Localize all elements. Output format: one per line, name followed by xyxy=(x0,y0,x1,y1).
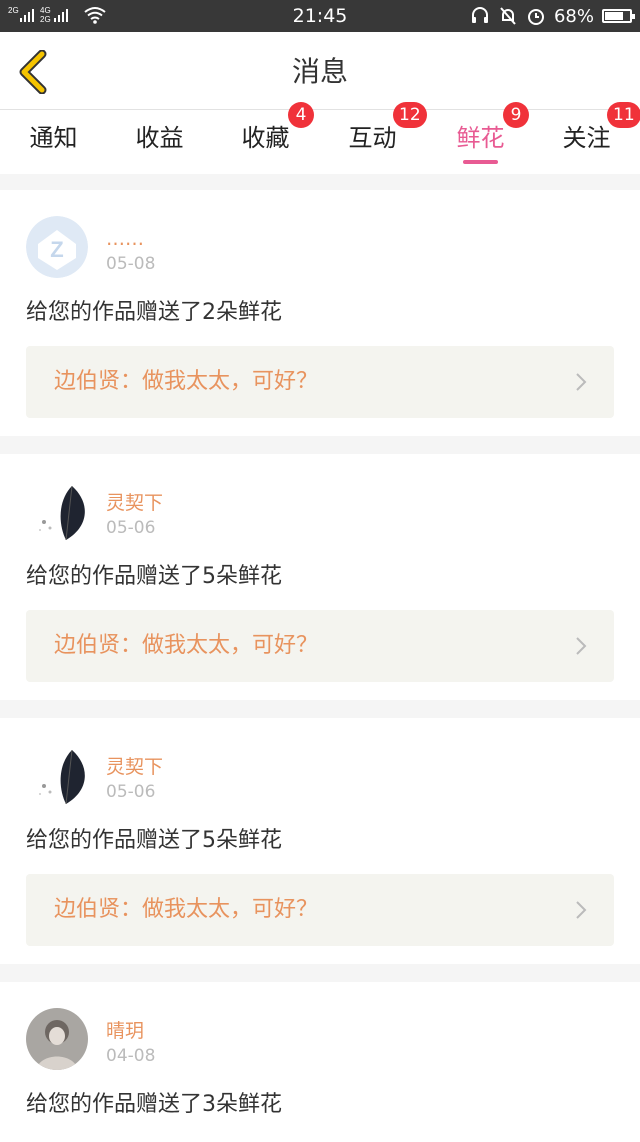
badge-count: 11 xyxy=(607,102,640,128)
badge-count: 9 xyxy=(503,102,529,128)
active-tab-indicator xyxy=(463,160,498,164)
message-item[interactable]: 灵契下 05-06 给您的作品赠送了5朵鲜花 边伯贤：做我太太，可好？ xyxy=(0,718,640,964)
chevron-right-icon xyxy=(576,637,587,655)
sender-name[interactable]: 灵契下 xyxy=(106,756,163,778)
work-title: 边伯贤：做我太太，可好？ xyxy=(54,369,319,394)
message-date: 04-08 xyxy=(106,1046,156,1066)
alarm-icon xyxy=(527,9,544,25)
work-title: 边伯贤：做我太太，可好？ xyxy=(54,897,319,922)
status-right: 68% xyxy=(470,4,635,28)
message-text: 给您的作品赠送了5朵鲜花 xyxy=(26,828,282,853)
message-text: 给您的作品赠送了5朵鲜花 xyxy=(26,564,282,589)
tab-notifications[interactable]: 通知 xyxy=(0,110,107,174)
message-date: 05-06 xyxy=(106,518,156,538)
status-bar: 2G 4G 2G 21:45 68% xyxy=(0,0,640,32)
work-title: 边伯贤：做我太太，可好？ xyxy=(54,633,319,658)
sender-name[interactable]: 晴玥 xyxy=(106,1020,144,1042)
default-avatar-icon[interactable]: Z xyxy=(26,216,88,278)
tab-interactions[interactable]: 互动 12 xyxy=(319,102,427,174)
feather-avatar[interactable] xyxy=(26,744,88,806)
tab-flowers[interactable]: 鲜花 9 xyxy=(427,102,534,174)
tab-earnings[interactable]: 收益 xyxy=(106,110,213,174)
message-item[interactable]: Z …… 05-08 给您的作品赠送了2朵鲜花 边伯贤：做我太太，可好？ xyxy=(0,190,640,436)
message-item[interactable]: 晴玥 04-08 给您的作品赠送了3朵鲜花 xyxy=(0,982,640,1142)
badge-count: 12 xyxy=(393,102,427,128)
battery-percent: 68% xyxy=(553,5,594,27)
header-bar: 消息 xyxy=(0,32,640,110)
work-link[interactable]: 边伯贤：做我太太，可好？ xyxy=(26,610,614,682)
badge-count: 4 xyxy=(288,102,314,128)
tab-bar: 通知 收益 收藏 4 互动 12 鲜花 9 关注 11 xyxy=(0,102,640,174)
chevron-right-icon xyxy=(576,373,587,391)
tab-favorites[interactable]: 收藏 4 xyxy=(212,102,319,174)
chevron-right-icon xyxy=(576,901,587,919)
battery-icon xyxy=(602,9,635,23)
message-date: 05-06 xyxy=(106,782,156,802)
sender-name[interactable]: 灵契下 xyxy=(106,492,163,514)
message-text: 给您的作品赠送了3朵鲜花 xyxy=(26,1092,282,1117)
work-link[interactable]: 边伯贤：做我太太，可好？ xyxy=(26,346,614,418)
tab-label: 通知 xyxy=(29,124,78,152)
page-title: 消息 xyxy=(291,55,348,88)
feather-avatar[interactable] xyxy=(26,480,88,542)
sender-name[interactable]: …… xyxy=(106,228,144,250)
svg-text:Z: Z xyxy=(50,237,63,262)
mute-bell-icon xyxy=(500,7,516,25)
tab-label: 收益 xyxy=(135,124,184,152)
message-item[interactable]: 灵契下 05-06 给您的作品赠送了5朵鲜花 边伯贤：做我太太，可好？ xyxy=(0,454,640,700)
work-link[interactable]: 边伯贤：做我太太，可好？ xyxy=(26,874,614,946)
headset-icon xyxy=(471,7,488,23)
message-date: 05-08 xyxy=(106,254,156,274)
tab-follows[interactable]: 关注 11 xyxy=(533,102,640,174)
message-text: 给您的作品赠送了2朵鲜花 xyxy=(26,300,282,325)
photo-avatar[interactable] xyxy=(26,1008,88,1070)
